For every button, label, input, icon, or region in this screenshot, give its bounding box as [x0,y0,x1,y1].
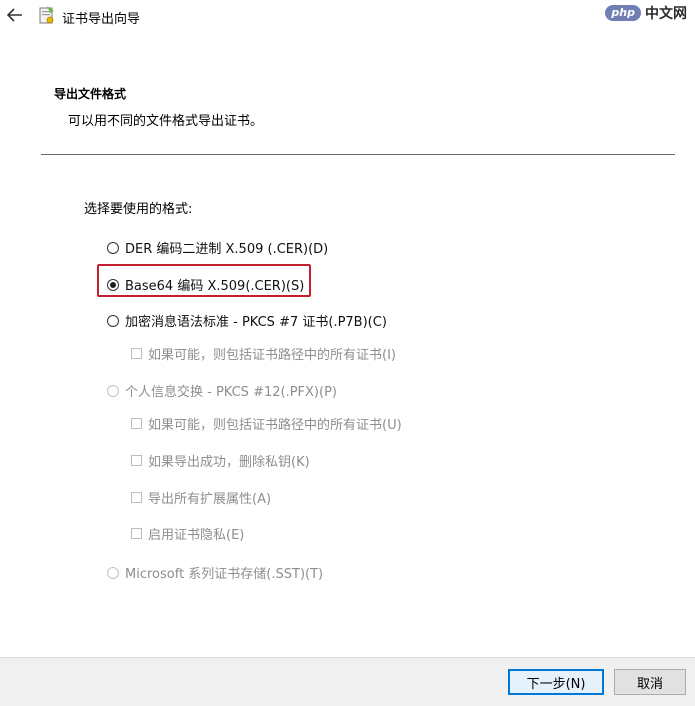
checkbox-pfx-include-all-label: 如果可能，则包括证书路径中的所有证书(U) [148,418,402,433]
checkbox-pfx-include-all-box[interactable] [131,418,142,429]
checkbox-pfx-export-ext-box[interactable] [131,492,142,503]
radio-der[interactable] [107,241,119,254]
checkbox-pfx-privacy[interactable]: 启用证书隐私(E) [131,524,244,543]
checkbox-pfx-delete-key[interactable]: 如果导出成功，删除私钥(K) [131,451,310,470]
checkbox-pfx-delete-key-label: 如果导出成功，删除私钥(K) [148,455,310,470]
option-base64-label: Base64 编码 X.509(.CER)(S) [125,279,305,294]
radio-pfx[interactable] [107,384,119,397]
next-button[interactable]: 下一步(N) [508,669,604,695]
title-bar: 证书导出向导 php 中文网 [0,0,695,34]
section-header: 导出文件格式 [54,87,127,101]
checkbox-pkcs7-include-all[interactable]: 如果可能，则包括证书路径中的所有证书(I) [131,344,396,363]
checkbox-pkcs7-include-all-box[interactable] [131,348,142,359]
checkbox-pfx-include-all[interactable]: 如果可能，则包括证书路径中的所有证书(U) [131,414,402,433]
checkbox-pfx-export-ext[interactable]: 导出所有扩展属性(A) [131,488,271,507]
radio-pkcs7[interactable] [107,314,119,327]
option-pfx[interactable]: 个人信息交换 - PKCS #12(.PFX)(P) [107,381,337,400]
checkbox-pkcs7-include-all-label: 如果可能，则包括证书路径中的所有证书(I) [148,348,396,363]
watermark-logo: php [605,5,641,21]
option-der-label: DER 编码二进制 X.509 (.CER)(D) [125,242,329,257]
option-pkcs7-label: 加密消息语法标准 - PKCS #7 证书(.P7B)(C) [125,315,387,330]
option-pfx-label: 个人信息交换 - PKCS #12(.PFX)(P) [125,385,337,400]
checkbox-pfx-privacy-box[interactable] [131,528,142,539]
arrow-left-icon [7,8,22,22]
cancel-button[interactable]: 取消 [614,669,686,695]
option-pkcs7[interactable]: 加密消息语法标准 - PKCS #7 证书(.P7B)(C) [107,311,387,330]
format-prompt: 选择要使用的格式: [84,202,193,217]
back-button[interactable] [4,4,26,26]
header-divider [41,154,675,155]
site-watermark: php 中文网 [605,3,687,23]
radio-base64[interactable] [107,278,119,291]
checkbox-pfx-privacy-label: 启用证书隐私(E) [148,528,245,543]
checkbox-pfx-export-ext-label: 导出所有扩展属性(A) [148,492,272,507]
certificate-icon [39,6,54,24]
watermark-text: 中文网 [645,6,687,22]
option-base64[interactable]: Base64 编码 X.509(.CER)(S) [107,275,304,294]
checkbox-pfx-delete-key-box[interactable] [131,455,142,466]
option-sst[interactable]: Microsoft 系列证书存储(.SST)(T) [107,563,323,582]
radio-sst[interactable] [107,566,119,579]
wizard-title: 证书导出向导 [62,12,141,27]
section-description: 可以用不同的文件格式导出证书。 [68,114,264,129]
option-sst-label: Microsoft 系列证书存储(.SST)(T) [125,567,324,582]
option-der[interactable]: DER 编码二进制 X.509 (.CER)(D) [107,238,328,257]
